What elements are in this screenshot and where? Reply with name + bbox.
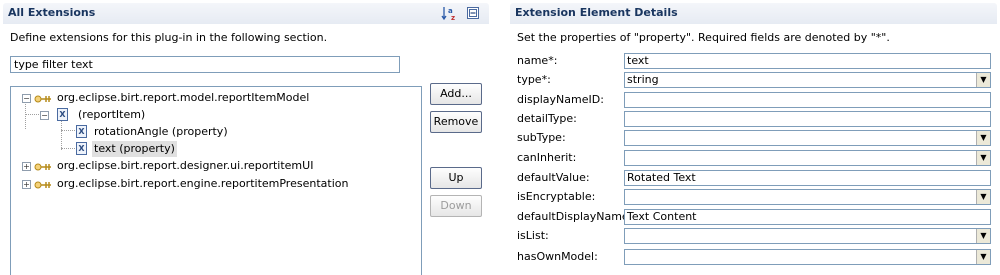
sort-az-icon[interactable]: a z bbox=[441, 5, 457, 22]
add-button[interactable]: Add... bbox=[430, 83, 482, 105]
all-extensions-description: Define extensions for this plug-in in th… bbox=[10, 31, 328, 44]
type-value: string bbox=[627, 73, 659, 86]
collapse-toggle-icon[interactable]: − bbox=[40, 111, 49, 120]
up-button[interactable]: Up bbox=[430, 167, 482, 189]
extension-plug-icon bbox=[34, 93, 52, 103]
tree-item-reportitemui[interactable]: + org.eclipse.birt.report.designer.ui.re… bbox=[11, 158, 411, 174]
isencryptable-combo[interactable]: ▼ bbox=[624, 189, 991, 205]
details-header: Extension Element Details bbox=[510, 3, 997, 24]
all-extensions-header: All Extensions a z bbox=[3, 3, 489, 24]
subtype-combo[interactable]: ▼ bbox=[624, 130, 991, 146]
tree-item-label: rotationAngle (property) bbox=[94, 125, 228, 138]
element-x-icon: X bbox=[57, 108, 68, 121]
caninherit-combo[interactable]: ▼ bbox=[624, 150, 991, 166]
name-label: name*: bbox=[517, 54, 558, 67]
extensions-tree[interactable]: − org.eclipse.birt.report.model.reportIt… bbox=[10, 86, 422, 275]
extension-plug-icon bbox=[34, 161, 52, 171]
defaultdisplayname-label: defaultDisplayName: bbox=[517, 210, 633, 223]
hasownmodel-label: hasOwnModel: bbox=[517, 250, 598, 263]
chevron-down-icon[interactable]: ▼ bbox=[976, 131, 990, 145]
expand-toggle-icon[interactable]: + bbox=[22, 180, 31, 189]
defaultvalue-field[interactable]: Rotated Text bbox=[624, 170, 991, 186]
defaultdisplayname-field[interactable]: Text Content bbox=[624, 209, 991, 225]
tree-item-reportitem[interactable]: − X (reportItem) bbox=[11, 107, 411, 123]
element-x-icon: X bbox=[76, 125, 87, 138]
tree-item-text[interactable]: X text (property) bbox=[11, 141, 411, 157]
chevron-down-icon[interactable]: ▼ bbox=[976, 229, 990, 243]
details-description: Set the properties of "property". Requir… bbox=[517, 31, 890, 44]
tree-item-label: org.eclipse.birt.report.engine.reportite… bbox=[57, 177, 349, 190]
type-label: type*: bbox=[517, 73, 551, 86]
down-button[interactable]: Down bbox=[430, 195, 482, 217]
extension-plug-icon bbox=[34, 179, 52, 189]
all-extensions-title: All Extensions bbox=[8, 6, 96, 19]
tree-item-reportitemmodel[interactable]: − org.eclipse.birt.report.model.reportIt… bbox=[11, 90, 411, 106]
chevron-down-icon[interactable]: ▼ bbox=[976, 73, 990, 87]
element-x-icon: X bbox=[76, 142, 87, 155]
caninherit-label: canInherit: bbox=[517, 151, 577, 164]
collapse-toggle-icon[interactable]: − bbox=[22, 94, 31, 103]
chevron-down-icon[interactable]: ▼ bbox=[976, 250, 990, 264]
detailtype-field[interactable] bbox=[624, 111, 991, 127]
displaynameid-label: displayNameID: bbox=[517, 93, 604, 106]
expand-toggle-icon[interactable]: + bbox=[22, 162, 31, 171]
tree-item-reportitempresentation[interactable]: + org.eclipse.birt.report.engine.reporti… bbox=[11, 176, 411, 192]
tree-item-label: text (property) bbox=[92, 141, 177, 157]
displaynameid-field[interactable] bbox=[624, 92, 991, 108]
details-title: Extension Element Details bbox=[515, 6, 678, 19]
collapse-all-icon[interactable] bbox=[466, 6, 480, 20]
tree-item-rotationangle[interactable]: X rotationAngle (property) bbox=[11, 124, 411, 140]
subtype-label: subType: bbox=[517, 131, 566, 144]
islist-combo[interactable]: ▼ bbox=[624, 228, 991, 244]
tree-item-label: (reportItem) bbox=[78, 108, 146, 121]
islist-label: isList: bbox=[517, 229, 549, 242]
hasownmodel-combo[interactable]: ▼ bbox=[624, 249, 991, 265]
chevron-down-icon[interactable]: ▼ bbox=[976, 190, 990, 204]
isencryptable-label: isEncryptable: bbox=[517, 190, 596, 203]
name-field[interactable]: text bbox=[624, 53, 991, 69]
chevron-down-icon[interactable]: ▼ bbox=[976, 151, 990, 165]
defaultvalue-label: defaultValue: bbox=[517, 171, 590, 184]
tree-item-label: org.eclipse.birt.report.model.reportItem… bbox=[57, 91, 310, 104]
tree-item-label: org.eclipse.birt.report.designer.ui.repo… bbox=[57, 159, 314, 172]
detailtype-label: detailType: bbox=[517, 112, 577, 125]
all-extensions-panel: All Extensions a z Define extensions for… bbox=[0, 0, 490, 275]
filter-input[interactable]: type filter text bbox=[10, 56, 400, 73]
extension-element-details-panel: Extension Element Details Set the proper… bbox=[510, 0, 1000, 274]
type-combo[interactable]: string ▼ bbox=[624, 72, 991, 88]
remove-button[interactable]: Remove bbox=[430, 111, 482, 133]
svg-text:z: z bbox=[451, 14, 455, 21]
